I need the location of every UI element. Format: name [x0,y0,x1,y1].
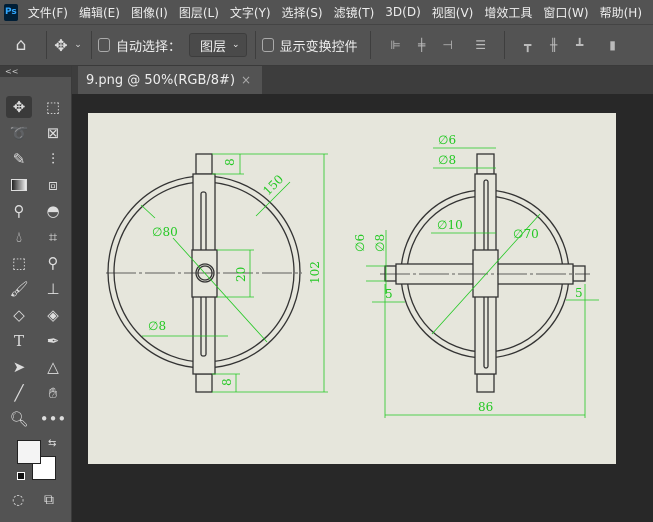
menu-file[interactable]: 文件(F) [28,4,68,21]
document-tab-bar: 9.png @ 50%(RGB/8#) × [72,66,653,94]
quick-select-tool-icon[interactable]: ✎ [6,148,32,170]
frame-tool-icon[interactable]: ⊠ [40,122,66,144]
eyedropper-tool-icon[interactable]: ⚲ [6,200,32,222]
auto-select-label: 自动选择： [116,39,182,55]
show-transform-label: 显示变换控件 [279,39,358,55]
quick-mask-icon[interactable]: ◌ [12,492,24,508]
align-vcenter-icon[interactable]: ╫ [546,38,562,52]
dim-left-20: 20 [234,267,248,282]
menu-plugins[interactable]: 增效工具 [484,4,532,21]
menu-edit[interactable]: 编辑(E) [79,4,120,21]
align-more-icon[interactable]: ▮ [605,38,621,52]
dim-right-dia6-left: ∅6 [353,234,367,252]
photoshop-logo: Ps [4,3,18,21]
lasso-tool-icon[interactable]: ➰ [6,122,32,144]
line-tool-icon[interactable]: ╱ [6,382,32,404]
menu-window[interactable]: 窗口(W) [543,4,588,21]
dim-right-dia8-top: ∅8 [438,153,456,167]
dim-left-dia8: ∅8 [148,319,166,333]
screen-mode-icon[interactable]: ⧉ [44,492,54,508]
menu-view[interactable]: 视图(V) [432,4,474,21]
move-tool-icon[interactable]: ✥ [51,36,71,55]
home-icon[interactable]: ⌂ [0,35,42,55]
menu-type[interactable]: 文字(Y) [230,4,271,21]
show-transform-checkbox[interactable] [261,38,274,52]
dim-right-5-right: 5 [575,286,583,300]
toolbox: << ✥ ⬚ ➰ ⊠ ✎ ⫶ ⧈ ⚲ ◓ 💧︎ ⌗ ⬚ ⚲ 🖌︎ ⊥ ◇ ◈ T… [0,66,72,522]
dim-left-bottom-8: 8 [220,378,234,386]
dim-right-dia10: ∅10 [437,218,463,232]
color-sampler-tool-icon[interactable]: ⚲ [40,252,66,274]
dim-right-dia70: ∅70 [513,227,539,241]
hand-tool-icon[interactable]: ✋︎ [40,382,66,404]
foreground-color-swatch[interactable] [17,440,41,464]
close-icon[interactable]: × [241,73,251,87]
align-hcenter-icon[interactable]: ╪ [414,38,430,52]
slice-tool-icon[interactable]: ⫶ [40,148,66,170]
swap-colors-icon[interactable]: ⇆ [48,438,56,449]
options-bar: ⌂ ✥ ⌄ 自动选择： 图层 ⌄ 显示变换控件 ⊫ ╪ ⊣ ☰ ┳ ╫ ┻ ▮ [0,24,653,66]
more-tools-icon[interactable]: ••• [40,408,67,430]
paint-bucket-tool-icon[interactable]: ◈ [40,304,66,326]
auto-select-target-dropdown[interactable]: 图层 ⌄ [189,33,247,57]
dim-left-102: 102 [308,261,322,284]
eraser-tool-icon[interactable]: ◇ [6,304,32,326]
patch-tool-icon[interactable]: ◓ [40,200,66,222]
brush-tool-icon[interactable]: 🖌︎ [6,278,32,300]
collapse-toolbox-button[interactable]: << [0,66,71,77]
align-top-icon[interactable]: ┳ [520,38,536,52]
dim-left-top-8: 8 [223,158,237,166]
menu-select[interactable]: 选择(S) [282,4,323,21]
align-left-icon[interactable]: ⊫ [388,38,404,52]
menu-bar: Ps 文件(F) 编辑(E) 图像(I) 图层(L) 文字(Y) 选择(S) 滤… [0,0,653,24]
path-select-tool-icon[interactable]: ➤ [6,356,32,378]
document-tab[interactable]: 9.png @ 50%(RGB/8#) × [78,66,262,94]
dim-right-dia8-left: ∅8 [373,234,387,252]
type-tool-icon[interactable]: T [6,330,32,352]
menu-layer[interactable]: 图层(L) [179,4,219,21]
right-view [380,153,590,393]
gradient-tool-icon[interactable] [6,174,32,196]
blur-tool-icon[interactable]: 💧︎ [6,226,32,248]
document-canvas[interactable]: 8 150 ∅80 20 102 ∅8 8 ∅6 ∅8 ∅10 ∅70 ∅6 ∅… [88,113,616,464]
stamp-tool-icon[interactable]: ⊥ [40,278,66,300]
menu-help[interactable]: 帮助(H) [600,4,642,21]
menu-filter[interactable]: 滤镜(T) [334,4,375,21]
menu-3d[interactable]: 3D(D) [385,5,420,19]
object-select-tool-icon[interactable]: ⬚ [6,252,32,274]
auto-select-checkbox[interactable] [98,38,110,52]
pen-tool-icon[interactable]: ✒ [40,330,66,352]
artboard-tool-icon[interactable]: ⧈ [40,174,66,196]
dim-right-86: 86 [478,400,493,414]
distribute-icon[interactable]: ☰ [473,38,489,52]
align-bottom-icon[interactable]: ┻ [572,38,588,52]
cad-drawing: 8 150 ∅80 20 102 ∅8 8 ∅6 ∅8 ∅10 ∅70 ∅6 ∅… [106,133,599,418]
dim-right-5-left: 5 [385,287,393,301]
dim-left-150: 150 [260,172,286,198]
document-title: 9.png @ 50%(RGB/8#) [86,72,236,88]
chevron-down-icon[interactable]: ⌄ [71,40,85,50]
dim-right-dia6-top: ∅6 [438,133,456,147]
move-tool-icon[interactable]: ✥ [6,96,32,118]
marquee-tool-icon[interactable]: ⬚ [40,96,66,118]
dim-left-dia80: ∅80 [152,225,178,239]
shape-tool-icon[interactable]: △ [40,356,66,378]
default-colors-icon[interactable] [17,472,25,480]
crop-tool-icon[interactable]: ⌗ [40,226,66,248]
menu-image[interactable]: 图像(I) [131,4,168,21]
chevron-down-icon: ⌄ [232,40,240,50]
dropdown-value: 图层 [200,39,227,55]
zoom-tool-icon[interactable]: 🔍︎ [6,408,32,430]
align-right-icon[interactable]: ⊣ [440,38,456,52]
